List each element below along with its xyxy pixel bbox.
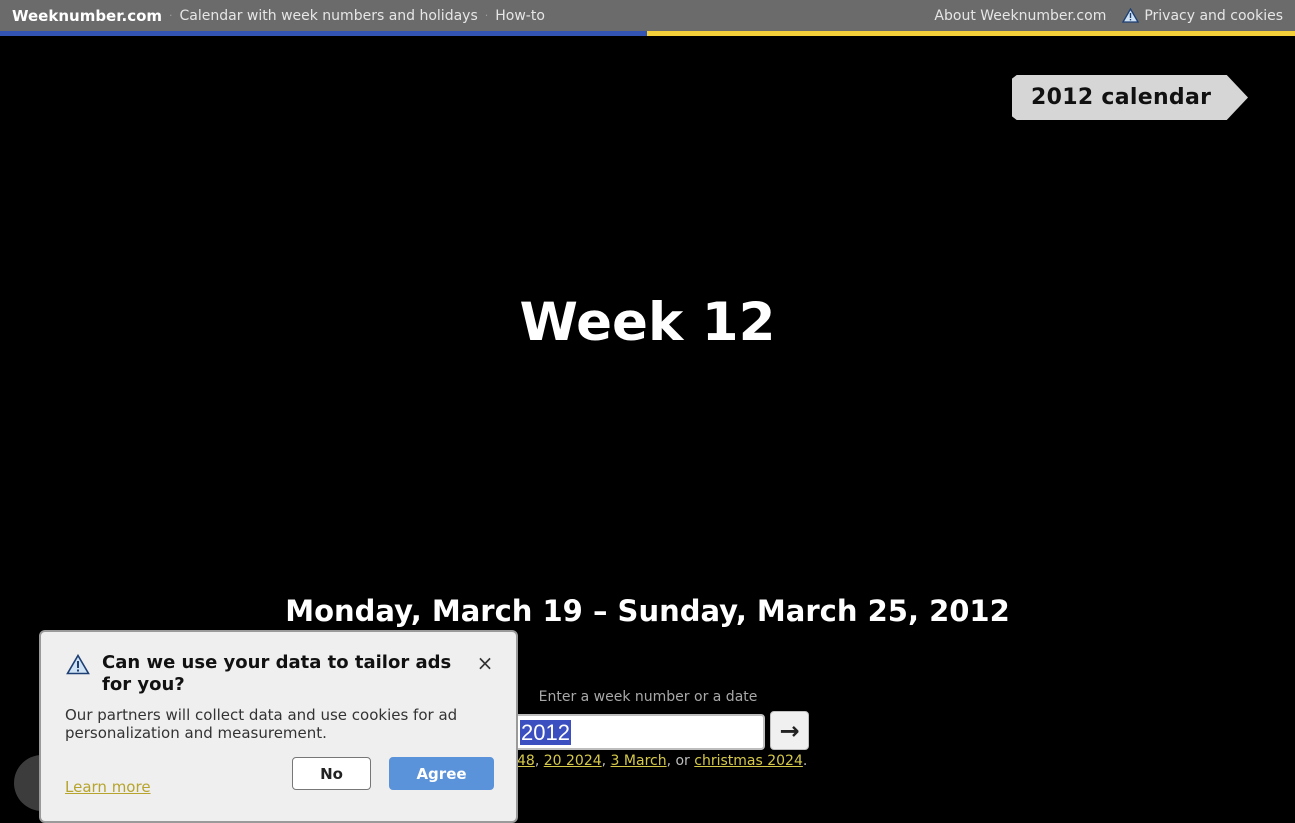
year-calendar-link[interactable]: 2012 calendar [1012, 75, 1248, 120]
color-stripe [0, 31, 1295, 36]
example-link[interactable]: 3 March [611, 753, 667, 769]
nav-link-how-to[interactable]: How-to [495, 8, 545, 24]
search-input-value: 2012 [520, 719, 571, 745]
search-label: Enter a week number or a date [538, 689, 758, 705]
privacy-link[interactable]: Privacy and cookies [1122, 8, 1283, 24]
agree-button[interactable]: Agree [389, 757, 494, 790]
stripe-yellow [647, 31, 1295, 36]
date-range: Monday, March 19 – Sunday, March 25, 201… [285, 594, 1010, 628]
cookie-dialog-title: Can we use your data to tailor ads for y… [102, 652, 452, 695]
warning-triangle-icon [1122, 8, 1140, 23]
arrow-right-icon: → [779, 716, 800, 745]
example-link[interactable]: christmas 2024 [694, 753, 803, 769]
top-nav-left: Weeknumber.com · Calendar with week numb… [12, 7, 545, 25]
nav-separator: · [169, 9, 173, 22]
example-link[interactable]: 20 2024 [544, 753, 602, 769]
warning-triangle-icon [66, 654, 90, 675]
go-button[interactable]: → [770, 711, 809, 750]
example-separator: , [601, 753, 611, 769]
example-separator: , [534, 753, 544, 769]
year-calendar-label: 2012 calendar [1031, 85, 1212, 110]
example-link[interactable]: 48 [517, 753, 535, 769]
cookie-consent-dialog: Can we use your data to tailor ads for y… [39, 630, 518, 823]
week-search-input[interactable]: 2012 [487, 714, 765, 750]
nav-link-calendar[interactable]: Calendar with week numbers and holidays [180, 8, 478, 24]
top-nav-bar: Weeknumber.com · Calendar with week numb… [0, 0, 1295, 31]
week-heading: Week 12 [519, 292, 776, 353]
cookie-dialog-body: Our partners will collect data and use c… [65, 706, 458, 742]
about-link[interactable]: About Weeknumber.com [934, 8, 1106, 24]
example-separator: , or [666, 753, 695, 769]
stripe-blue [0, 31, 647, 36]
decline-button[interactable]: No [292, 757, 371, 790]
close-icon[interactable]: × [475, 652, 495, 674]
top-nav-right: About Weeknumber.com Privacy and cookies [934, 8, 1283, 24]
example-end: . [802, 753, 808, 769]
brand-link[interactable]: Weeknumber.com [12, 7, 162, 25]
learn-more-link[interactable]: Learn more [65, 778, 151, 796]
privacy-link-label: Privacy and cookies [1144, 7, 1283, 24]
nav-separator: · [484, 9, 489, 22]
search-examples: 48, 20 2024, 3 March, or christmas 2024. [517, 753, 807, 769]
